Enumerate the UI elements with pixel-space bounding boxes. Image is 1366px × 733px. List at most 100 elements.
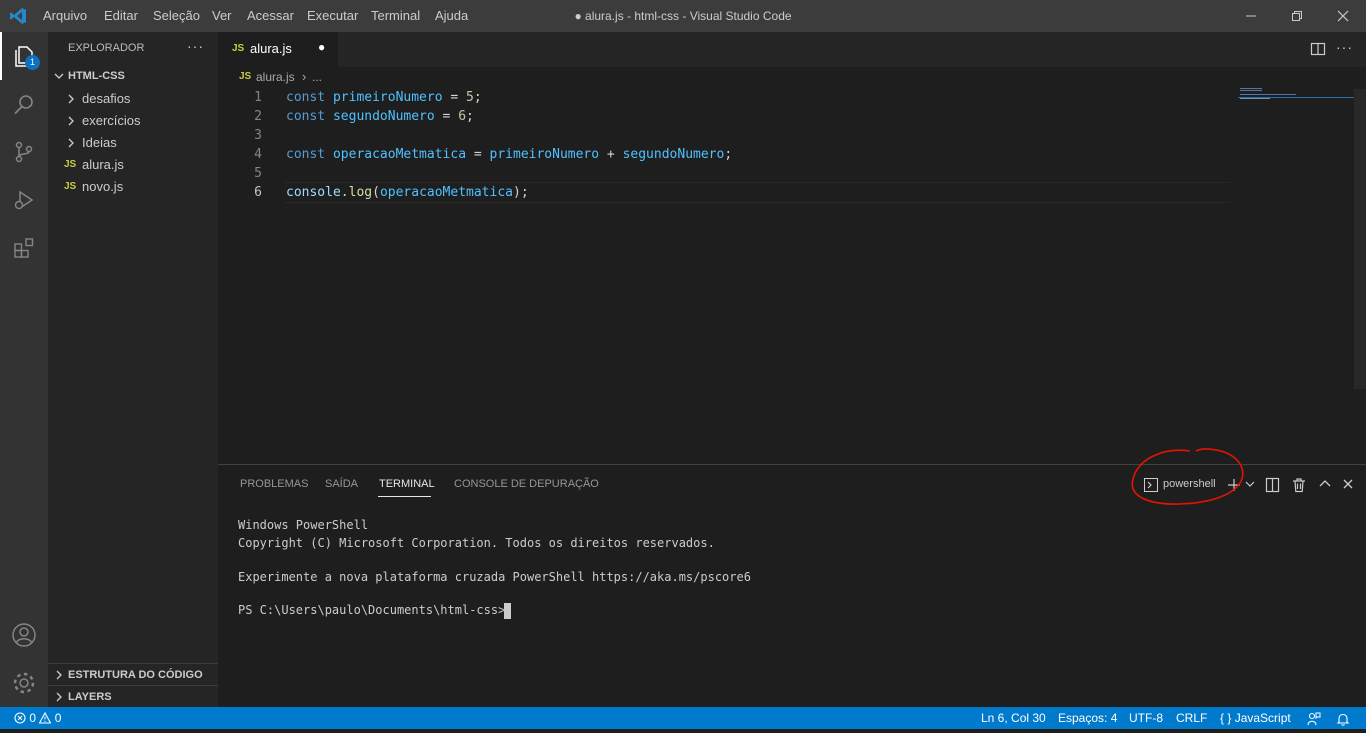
section-estrutura-do-codigo[interactable]: ESTRUTURA DO CÓDIGO <box>48 663 218 686</box>
maximize-panel-button[interactable] <box>1318 477 1332 491</box>
tree-item-ideias[interactable]: Ideias <box>48 132 218 154</box>
folder-header-html-css[interactable]: HTML-CSS <box>48 65 218 87</box>
breadcrumb-more[interactable]: ... <box>312 70 322 84</box>
panel-tab-terminal[interactable]: TERMINAL <box>379 478 435 490</box>
menu-ver[interactable]: Ver <box>212 0 232 32</box>
code-line-1: const primeiroNumero = 5; <box>286 88 482 107</box>
close-panel-button[interactable] <box>1341 477 1355 491</box>
warning-count: 0 <box>54 711 62 725</box>
terminal-name: powershell <box>1163 478 1216 490</box>
operator: = <box>442 109 451 124</box>
window-title: ● alura.js - html-css - Visual Studio Co… <box>574 9 792 23</box>
punctuation: . <box>340 185 349 200</box>
operator: = <box>473 147 482 162</box>
variable: primeiroNumero <box>332 90 443 105</box>
split-terminal-button[interactable] <box>1265 477 1281 493</box>
keyword: const <box>286 147 326 162</box>
encoding[interactable]: UTF-8 <box>1129 707 1163 729</box>
minimap[interactable] <box>1238 88 1354 102</box>
vertical-scrollbar[interactable] <box>1354 89 1366 389</box>
indentation[interactable]: Espaços: 4 <box>1058 707 1117 729</box>
tree-item-novo-js[interactable]: JS novo.js <box>48 176 218 198</box>
operator: = <box>450 90 459 105</box>
breadcrumb-file[interactable]: alura.js <box>256 70 295 84</box>
editor-more-actions-icon[interactable]: ··· <box>1336 39 1353 55</box>
manage-gear-icon <box>13 672 35 694</box>
split-editor-icon <box>1310 42 1326 56</box>
terminal-dropdown-button[interactable] <box>1244 478 1256 490</box>
js-file-icon: JS <box>64 159 77 170</box>
menu-ajuda[interactable]: Ajuda <box>435 0 468 32</box>
end-of-line[interactable]: CRLF <box>1176 707 1207 729</box>
notifications-button[interactable] <box>1336 711 1350 726</box>
tree-item-alura-js[interactable]: JS alura.js <box>48 154 218 176</box>
variable: operacaoMetmatica <box>379 185 513 200</box>
activity-bar: 1 <box>0 32 48 707</box>
extensions-button[interactable] <box>0 224 48 272</box>
bell-icon <box>1336 713 1350 726</box>
menu-editar[interactable]: Editar <box>104 0 138 32</box>
js-file-icon: JS <box>64 181 77 192</box>
chevron-up-icon <box>1319 480 1331 487</box>
explorer-badge: 1 <box>25 55 40 70</box>
terminal-line: Windows PowerShell <box>238 518 369 532</box>
chevron-right-icon <box>56 670 62 680</box>
punctuation: ); <box>513 185 529 200</box>
accounts-button[interactable] <box>0 611 48 659</box>
variable: segundoNumero <box>622 147 725 162</box>
menu-selecao[interactable]: Seleção <box>153 0 200 32</box>
js-file-icon: JS <box>239 71 252 82</box>
new-terminal-button[interactable] <box>1226 477 1242 493</box>
search-button[interactable] <box>0 80 48 128</box>
tab-label: alura.js <box>250 41 292 56</box>
source-control-button[interactable] <box>0 128 48 176</box>
panel-tab-problemas[interactable]: PROBLEMAS <box>240 478 308 490</box>
line-number: 6 <box>254 185 262 200</box>
menu-arquivo[interactable]: Arquivo <box>43 0 87 32</box>
punctuation: ( <box>372 185 380 200</box>
tree-item-label: Ideias <box>82 135 117 150</box>
feedback-button[interactable] <box>1307 711 1321 726</box>
run-debug-button[interactable] <box>0 176 48 224</box>
title-bar: Arquivo Editar Seleção Ver Acessar Execu… <box>0 0 1366 32</box>
panel-tab-console-depuracao[interactable]: CONSOLE DE DEPURAÇÃO <box>454 478 599 490</box>
menu-terminal[interactable]: Terminal <box>371 0 420 32</box>
sidebar-title: EXPLORADOR <box>68 42 145 54</box>
menu-acessar[interactable]: Acessar <box>247 0 294 32</box>
manage-button[interactable] <box>0 659 48 707</box>
run-debug-icon <box>14 190 34 210</box>
tree-item-desafios[interactable]: desafios <box>48 88 218 110</box>
feedback-person-icon <box>1307 712 1321 726</box>
line-number: 3 <box>254 128 262 143</box>
minimize-button[interactable] <box>1228 0 1274 32</box>
extensions-icon <box>14 238 34 258</box>
unsaved-dot-icon[interactable]: ● <box>318 40 325 54</box>
chevron-right-icon <box>68 94 74 104</box>
terminal-icon <box>1144 478 1158 492</box>
punctuation: ; <box>473 90 482 105</box>
language-mode[interactable]: { } JavaScript <box>1220 707 1291 729</box>
panel-tab-saida[interactable]: SAÍDA <box>325 478 358 490</box>
section-layers[interactable]: LAYERS <box>48 685 218 708</box>
split-editor-button[interactable] <box>1310 41 1326 57</box>
line-number: 4 <box>254 147 262 162</box>
explorer-button[interactable]: 1 <box>0 32 48 80</box>
tree-item-exercicios[interactable]: exercícios <box>48 110 218 132</box>
restore-button[interactable] <box>1274 0 1320 32</box>
close-window-button[interactable] <box>1320 0 1366 32</box>
chevron-right-icon <box>56 692 62 702</box>
more-actions-icon[interactable]: ··· <box>187 38 204 54</box>
line-number: 5 <box>254 166 262 181</box>
tab-alura-js[interactable]: JS alura.js ● <box>218 32 338 67</box>
tree-item-label: exercícios <box>82 113 141 128</box>
kill-terminal-button[interactable] <box>1291 477 1307 493</box>
terminal-cursor <box>504 603 511 619</box>
error-count: 0 <box>29 711 37 725</box>
problems-status[interactable]: 0 0 <box>14 707 61 729</box>
menu-executar[interactable]: Executar <box>307 0 358 32</box>
terminal-selector-dropdown[interactable]: powershell <box>1144 476 1228 494</box>
source-control-icon <box>15 141 33 163</box>
terminal-line: Copyright (C) Microsoft Corporation. Tod… <box>238 536 715 550</box>
close-icon <box>1343 479 1353 489</box>
cursor-position[interactable]: Ln 6, Col 30 <box>981 707 1046 729</box>
